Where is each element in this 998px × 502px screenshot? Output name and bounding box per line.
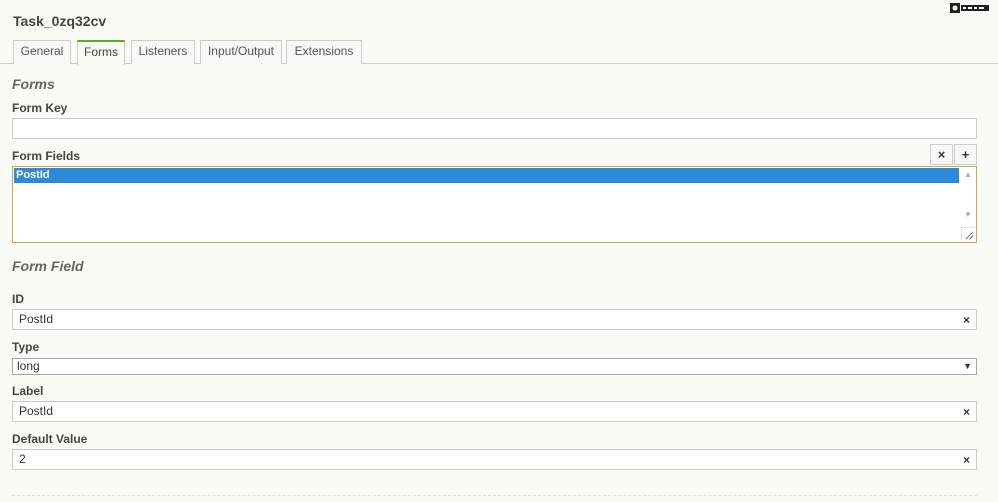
add-form-field-button[interactable]: + [954,144,977,165]
id-label: ID [12,292,24,306]
bpmn-io-logo[interactable] [949,2,990,14]
tab-listeners[interactable]: Listeners [131,40,195,64]
form-fields-list[interactable]: PostId ▲ ▼ [12,166,977,243]
clear-label-button[interactable]: × [963,404,970,420]
label-label: Label [12,384,44,398]
form-field-group-title: Form Field [12,258,84,274]
default-value-label: Default Value [12,432,88,446]
resize-grip-icon[interactable] [961,227,975,241]
label-value: PostId [19,404,54,418]
scroll-down-icon[interactable]: ▼ [960,209,976,221]
clear-default-value-button[interactable]: × [963,452,970,468]
form-key-label: Form Key [12,101,68,115]
tab-general[interactable]: General [13,40,71,64]
list-item[interactable]: PostId [14,168,959,183]
type-label: Type [12,340,40,354]
forms-group-title: Forms [12,76,55,92]
type-selected-value: long [17,359,40,373]
id-value: PostId [19,312,54,326]
element-name-title: Task_0zq32cv [13,13,107,29]
label-input[interactable]: PostId × [12,401,977,422]
divider [12,495,977,496]
tab-extensions[interactable]: Extensions [286,40,362,64]
default-value-input[interactable]: 2 × [12,449,977,470]
tab-forms[interactable]: Forms [77,40,125,65]
form-key-input[interactable] [12,118,977,139]
properties-panel: Task_0zq32cv General Forms Listeners Inp… [0,0,998,502]
id-input[interactable]: PostId × [12,309,977,330]
dropdown-arrow-icon: ▼ [963,361,972,371]
scroll-up-icon[interactable]: ▲ [960,169,976,181]
form-fields-label: Form Fields [12,149,81,163]
clear-id-button[interactable]: × [963,312,970,328]
default-value-value: 2 [19,452,26,466]
remove-form-field-button[interactable]: × [930,144,953,165]
tab-input-output[interactable]: Input/Output [200,40,282,64]
tab-bar: General Forms Listeners Input/Output Ext… [0,40,998,65]
type-select[interactable]: long ▼ [12,358,977,375]
